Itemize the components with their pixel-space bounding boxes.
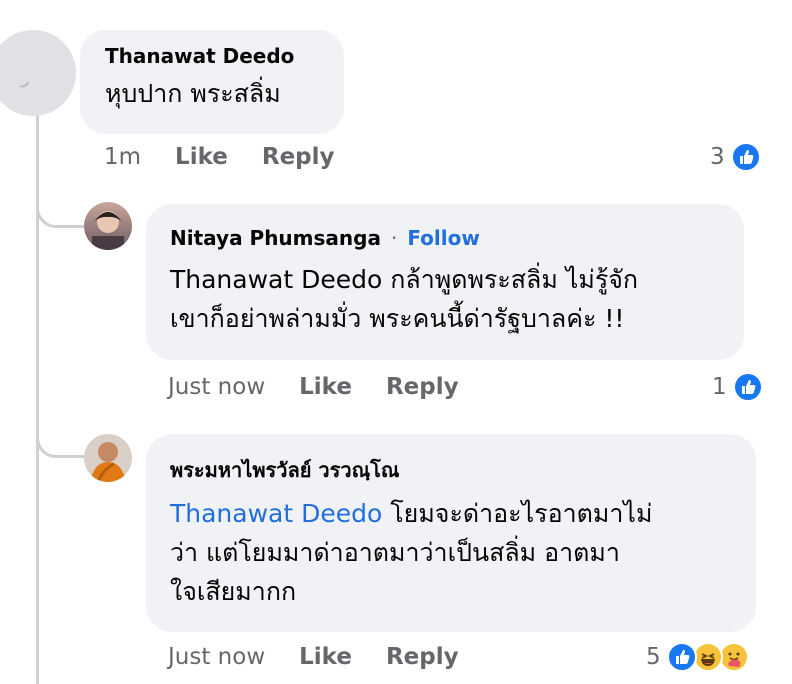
thread-connector-1	[36, 190, 84, 228]
comment-author[interactable]: Nitaya Phumsanga	[170, 226, 381, 250]
profile-photo-icon	[84, 434, 132, 482]
avatar-monk[interactable]	[84, 434, 132, 482]
comment-text: หุบปาก พระสลิ่ม	[105, 79, 281, 108]
comment-author[interactable]: Thanawat Deedo	[105, 44, 344, 68]
reply-button[interactable]: Reply	[386, 374, 459, 400]
default-avatar-icon	[0, 30, 76, 116]
like-button[interactable]: Like	[299, 374, 352, 400]
follow-button[interactable]: Follow	[407, 226, 480, 250]
reaction-count: 5	[646, 644, 661, 670]
care-icon	[718, 642, 749, 672]
like-icon	[666, 642, 697, 672]
like-button[interactable]: Like	[175, 144, 228, 170]
like-icon	[732, 372, 763, 402]
like-button[interactable]: Like	[299, 644, 352, 670]
like-icon	[730, 142, 761, 172]
comment-text-line2: เขาก็อย่าพล่ามมั่ว พระคนนี้ด่ารัฐบาลค่ะ …	[170, 304, 625, 333]
avatar-nitaya[interactable]	[84, 202, 132, 250]
comment-bubble-3: พระมหาไพรวัลย์ วรวณฺโณ Thanawat Deedo โย…	[146, 434, 756, 632]
reply-button[interactable]: Reply	[386, 644, 459, 670]
reactions-1[interactable]: 3	[710, 142, 761, 172]
comment-actions-3: Just now Like Reply	[168, 644, 459, 670]
comment-author[interactable]: พระมหาไพรวัลย์ วรวณฺโณ	[170, 454, 756, 486]
comment-text: Thanawat Deedo โยมจะด่าอะไรอาตมาไม่ ว่า …	[170, 494, 756, 611]
reply-button[interactable]: Reply	[262, 144, 335, 170]
reaction-count: 1	[712, 374, 727, 400]
comment-text-line1: โยมจะด่าอะไรอาตมาไม่	[382, 499, 653, 528]
comment-bubble-2: Nitaya Phumsanga · Follow Thanawat Deedo…	[146, 204, 744, 360]
comment-timestamp[interactable]: 1m	[104, 144, 141, 170]
profile-photo-icon	[84, 202, 132, 250]
mention-link[interactable]: Thanawat Deedo	[170, 499, 382, 528]
comment-bubble-1: Thanawat Deedo หุบปาก พระสลิ่ม	[80, 30, 344, 134]
reactions-2[interactable]: 1	[712, 372, 763, 402]
thread-connector-2	[36, 410, 84, 458]
comment-actions-1: 1m Like Reply	[104, 144, 335, 170]
comment-timestamp[interactable]: Just now	[168, 644, 265, 670]
haha-icon	[692, 642, 723, 672]
separator-dot: ·	[390, 226, 398, 250]
comment-timestamp[interactable]: Just now	[168, 374, 265, 400]
avatar-thanawat[interactable]	[0, 30, 76, 116]
comment-text-line1: กล้าพูดพระสลิ่ม ไม่รู้จัก	[382, 265, 639, 294]
comment-text-line2: ว่า แต่โยมมาด่าอาตมาว่าเป็นสลิ่ม อาตมา	[170, 538, 620, 567]
mention-text[interactable]: Thanawat Deedo	[170, 265, 382, 294]
comment-text-line3: ใจเสียมากก	[170, 577, 297, 606]
comment-text: Thanawat Deedo กล้าพูดพระสลิ่ม ไม่รู้จัก…	[170, 260, 744, 338]
comment-actions-2: Just now Like Reply	[168, 374, 459, 400]
reactions-3[interactable]: 5	[646, 642, 749, 672]
reaction-count: 3	[710, 144, 725, 170]
